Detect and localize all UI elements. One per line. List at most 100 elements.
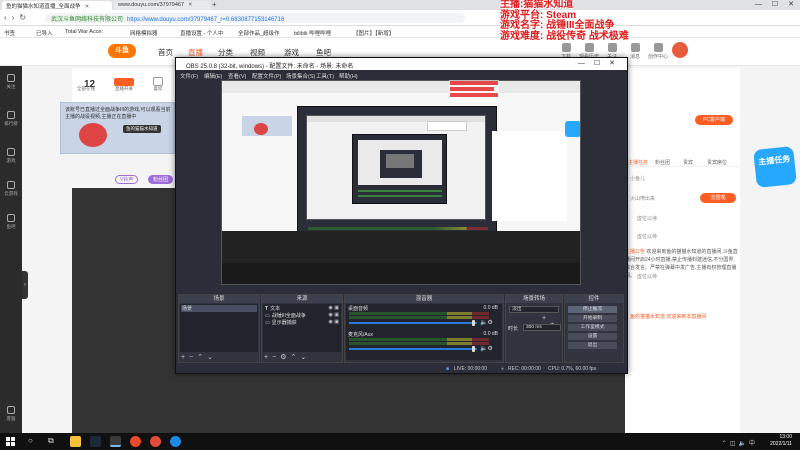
stop-streaming-button[interactable]: 停止推流 [568,306,617,313]
speaker-icon[interactable]: 🔈⚙ [480,319,493,326]
eye-icon[interactable]: ◉ ▣ [329,312,339,319]
eye-icon[interactable]: ◉ ▣ [329,319,339,326]
minimize-icon[interactable]: — [578,60,594,67]
avatar[interactable] [672,42,688,58]
close-icon[interactable]: ✕ [609,60,624,67]
bookmark-item[interactable]: 全部作品_超级作 [238,29,280,37]
douyu-logo[interactable]: 斗鱼 [108,44,136,58]
header-creator[interactable]: 创作中心 [647,43,669,60]
bookmark-item[interactable]: 网格模拟器 [130,29,158,37]
rail-follow[interactable]: 关注 [0,74,22,90]
live-toggle-icon[interactable] [114,78,134,86]
exit-button[interactable]: 退出 [568,342,617,349]
like-icon[interactable] [153,77,163,86]
close-tab-icon[interactable]: ✕ [188,2,193,8]
tab-anchor-task[interactable]: 主播任务 [628,159,648,166]
obs-preview[interactable] [221,80,581,285]
start-recording-button[interactable]: 开始录制 [568,315,617,322]
reload-icon[interactable]: ↻ [19,13,31,22]
remove-icon[interactable]: − [272,354,280,361]
tab-vip-seat[interactable]: 贵宾席位 [707,159,727,166]
volume-icon[interactable]: 🔈 [739,441,749,447]
maximize-icon[interactable]: ☐ [594,60,609,67]
move-up-icon[interactable]: ⌃ [197,354,207,361]
douyu-icon[interactable] [130,436,141,447]
volume-knob[interactable] [472,346,475,352]
rail-yuba[interactable]: 鱼吧 [0,214,22,230]
volume-slider[interactable] [349,322,477,324]
mixer-header: 混音器 [345,295,503,303]
network-icon[interactable]: ◫ [730,441,739,447]
bookmark-item[interactable]: Total War Acce: [65,29,103,35]
edge-icon[interactable] [170,436,181,447]
transition-select[interactable]: 淡出 [509,306,559,313]
menu-scene-collection[interactable]: 场景集合(S) [286,72,315,80]
volume-slider[interactable] [349,348,477,350]
minimize-icon[interactable]: — [755,1,762,8]
watch-button[interactable]: 去围观 [700,193,736,203]
remove-icon[interactable]: − [189,354,197,361]
start-icon[interactable] [6,437,15,446]
bookmark-item[interactable]: bilibili 哔哩哔哩 [294,29,331,37]
add-icon[interactable]: + [181,354,189,361]
anchor-notice: 主播公告 欢迎来到鱼的猫猫水知道的直播间,斗鱼直播间开启24小时直播,禁止传播封… [625,248,738,280]
browser-tab[interactable]: 鱼的猫猫水知道直播_全面战争 ✕ [2,1,112,10]
menu-view[interactable]: 查看(V) [228,72,246,80]
menu-tools[interactable]: 工具(T) [316,72,334,80]
tag-ringtone[interactable]: V铃声 [115,175,139,184]
rail-game[interactable]: 游戏 [0,148,22,164]
steam-icon[interactable] [90,436,101,447]
browser-tab[interactable]: www.douyu.com/37979467 ✕ [114,1,210,10]
source-item[interactable]: ▭ 战锤III全面战争 [265,312,306,319]
maximize-icon[interactable]: ☐ [772,1,778,8]
chevron-up-icon[interactable]: ⌃ [722,441,730,447]
bookmark-item[interactable]: 直播设置 - 个人中 [180,29,223,37]
tab-vip[interactable]: 贵宾 [683,159,693,166]
menu-help[interactable]: 帮助(H) [339,72,358,80]
gear-icon[interactable]: ⚙ [280,354,290,361]
menu-file[interactable]: 文件(F) [180,72,198,80]
volume-knob[interactable] [472,320,475,326]
search-icon[interactable]: ○ [28,436,33,445]
add-icon[interactable]: + [542,315,549,322]
task-view-icon[interactable]: ⧉ [48,436,54,446]
pc-client-button[interactable]: PC客户端 [695,115,733,125]
site-identity[interactable]: 武汉斗鱼网络科技有限公司 [51,17,123,23]
rail-cloud-game[interactable]: 云游戏 [0,181,22,197]
rail-rank[interactable]: 排行榜 [0,111,22,127]
file-explorer-icon[interactable] [70,436,81,447]
duration-field[interactable]: 300 ms [523,324,561,331]
back-icon[interactable]: ‹ [4,13,12,22]
banner-chip[interactable]: 鱼的猫猫水知道 [123,125,161,133]
ime-icon[interactable]: 中 [749,441,758,447]
bookmark-item[interactable]: 书签 [4,29,15,37]
bookmark-item[interactable]: 已导入 [36,29,53,37]
move-up-icon[interactable]: ⌃ [290,354,300,361]
anchor-task-badge[interactable]: 主播任务 [753,146,797,188]
close-icon[interactable]: ✕ [788,1,794,8]
menu-edit[interactable]: 编辑(E) [204,72,222,80]
speaker-icon[interactable]: 🔈⚙ [480,345,493,352]
url-field[interactable]: 武汉斗鱼网络科技有限公司 https://www.douyu.com/379794… [45,13,465,23]
tag-fan-club[interactable]: 粉丝团 [148,175,174,184]
studio-mode-button[interactable]: 工作室模式 [568,324,617,331]
new-tab-icon[interactable]: + [212,0,217,9]
source-item[interactable]: ▭ 显示器捕获 [265,319,297,326]
settings-button[interactable]: 设置 [568,333,617,340]
eye-icon[interactable]: ◉ ▣ [329,305,339,312]
move-down-icon[interactable]: ⌄ [207,354,217,361]
menu-profile[interactable]: 配置文件(P) [252,72,281,80]
rail-collapse-icon[interactable]: › [22,271,28,299]
rail-service[interactable]: 客服 [0,406,22,422]
scene-item[interactable]: 场景 [181,305,257,312]
seat-entry: 虚位以待 [637,216,658,222]
obs-icon[interactable] [110,436,121,447]
move-down-icon[interactable]: ⌄ [300,354,310,361]
tab-fan-club[interactable]: 粉丝团 [655,159,670,166]
add-icon[interactable]: + [264,354,272,361]
bookmark-item[interactable]: 【图片】【新增】 [353,29,394,37]
browser-icon[interactable] [150,436,161,447]
nav-home[interactable]: 首页 [158,47,173,58]
source-item[interactable]: T 文本 [265,305,280,312]
clock[interactable]: 13:00 2022/1/11 [770,434,792,447]
